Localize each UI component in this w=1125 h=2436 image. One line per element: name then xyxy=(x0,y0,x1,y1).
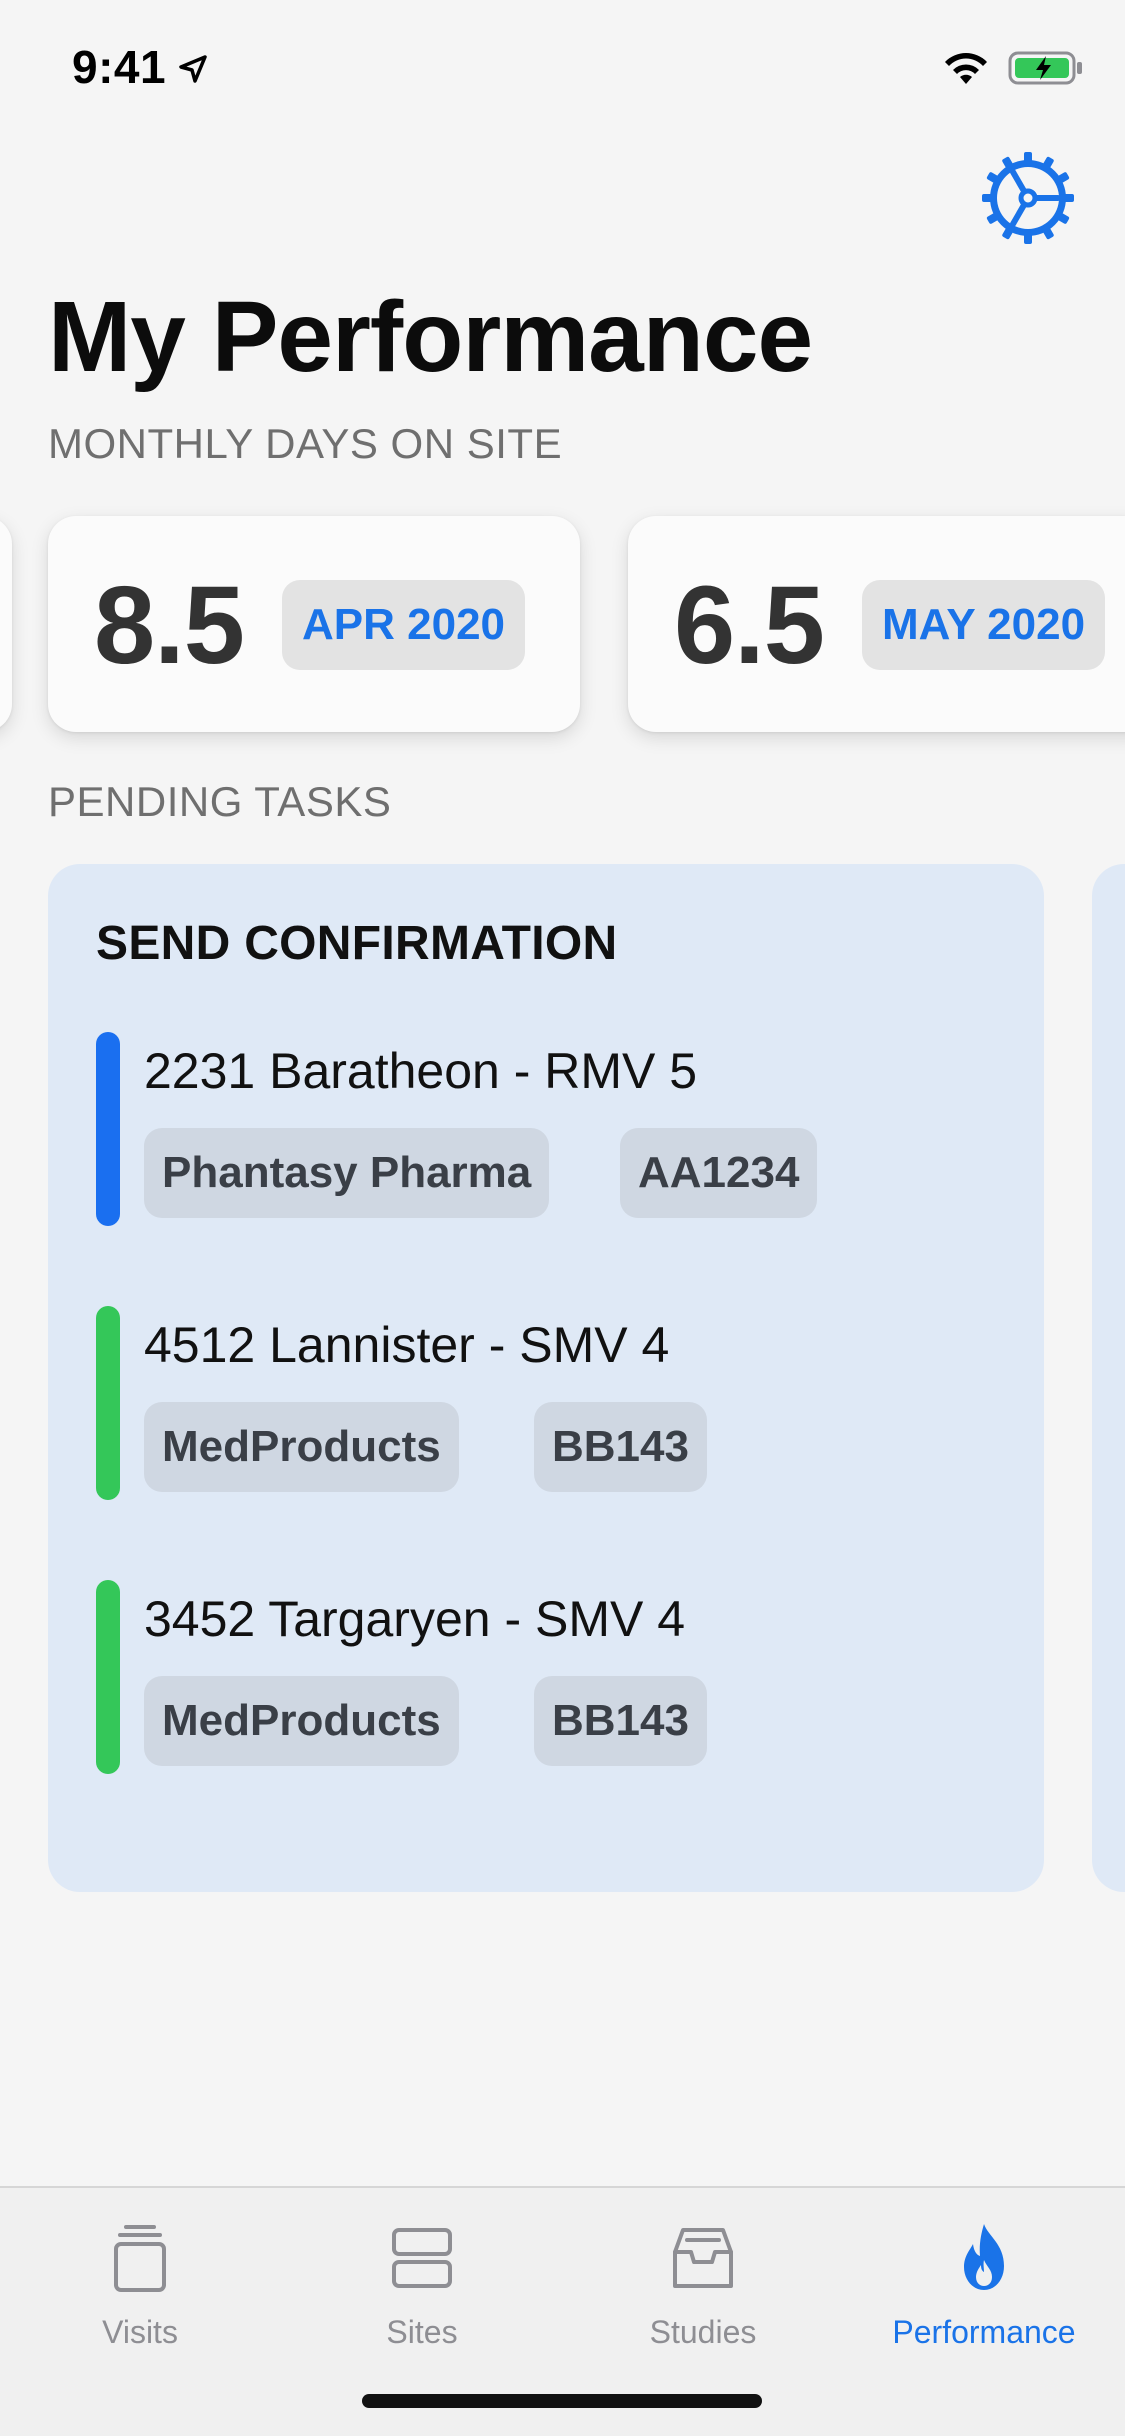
visits-stack-icon xyxy=(114,2225,166,2292)
study-code-tag: BB143 xyxy=(534,1402,707,1492)
month-card[interactable]: 6.5 MAY 2020 xyxy=(628,516,1125,732)
study-code-tag: BB143 xyxy=(534,1676,707,1766)
flame-icon xyxy=(964,2224,1004,2290)
task-group-card-next[interactable] xyxy=(1092,864,1125,1892)
task-title: 3452 Targaryen - SMV 4 xyxy=(144,1591,686,1647)
days-on-site-value: 8.5 xyxy=(94,564,245,687)
task-item[interactable]: 4512 Lannister - SMV 4 MedProducts BB143 xyxy=(96,1306,996,1502)
settings-gear-icon[interactable] xyxy=(980,150,1076,246)
sponsor-tag: Phantasy Pharma xyxy=(144,1128,550,1218)
month-card[interactable]: 8.5 APR 2020 xyxy=(48,516,580,732)
month-card-previous[interactable] xyxy=(0,516,12,732)
tab-label: Sites xyxy=(386,2314,458,2350)
sponsor-tag: MedProducts xyxy=(144,1402,459,1492)
task-group-heading: SEND CONFIRMATION xyxy=(96,917,618,970)
study-code-tag: AA1234 xyxy=(620,1128,818,1218)
battery-charging-icon xyxy=(1008,51,1082,85)
sponsor-tag: MedProducts xyxy=(144,1676,459,1766)
month-badge: MAY 2020 xyxy=(862,580,1106,670)
home-indicator xyxy=(362,2394,762,2408)
performance-screen: 9:41 My Performance MONTHLY DAYS ON SITE… xyxy=(0,0,1125,2436)
task-item[interactable]: 2231 Baratheon - RMV 5 Phantasy Pharma A… xyxy=(96,1032,996,1228)
task-title: 2231 Baratheon - RMV 5 xyxy=(144,1043,698,1099)
sites-icon xyxy=(392,2228,452,2288)
tab-studies[interactable]: Studies xyxy=(563,2212,843,2352)
task-item[interactable]: 3452 Targaryen - SMV 4 MedProducts BB143 xyxy=(96,1580,996,1776)
status-bar: 9:41 xyxy=(0,0,1125,140)
tab-sites[interactable]: Sites xyxy=(282,2212,562,2352)
monthly-days-label: MONTHLY DAYS ON SITE xyxy=(48,420,563,467)
task-title: 4512 Lannister - SMV 4 xyxy=(144,1317,670,1373)
task-priority-bar xyxy=(96,1032,120,1226)
task-group-card[interactable]: SEND CONFIRMATION 2231 Baratheon - RMV 5… xyxy=(48,864,1044,1892)
tab-label: Performance xyxy=(892,2314,1076,2350)
task-priority-bar xyxy=(96,1306,120,1500)
month-badge: APR 2020 xyxy=(282,580,526,670)
tab-label: Studies xyxy=(649,2314,757,2350)
tab-visits[interactable]: Visits xyxy=(0,2212,280,2352)
tab-performance[interactable]: Performance xyxy=(844,2212,1124,2352)
wifi-icon xyxy=(945,53,987,84)
studies-tray-icon xyxy=(673,2228,733,2288)
days-on-site-value: 6.5 xyxy=(674,564,825,687)
tab-label: Visits xyxy=(102,2314,178,2350)
task-priority-bar xyxy=(96,1580,120,1774)
page-title: My Performance xyxy=(48,281,813,393)
location-arrow-icon xyxy=(179,55,207,83)
pending-tasks-label: PENDING TASKS xyxy=(48,778,392,825)
status-time: 9:41 xyxy=(72,41,167,93)
